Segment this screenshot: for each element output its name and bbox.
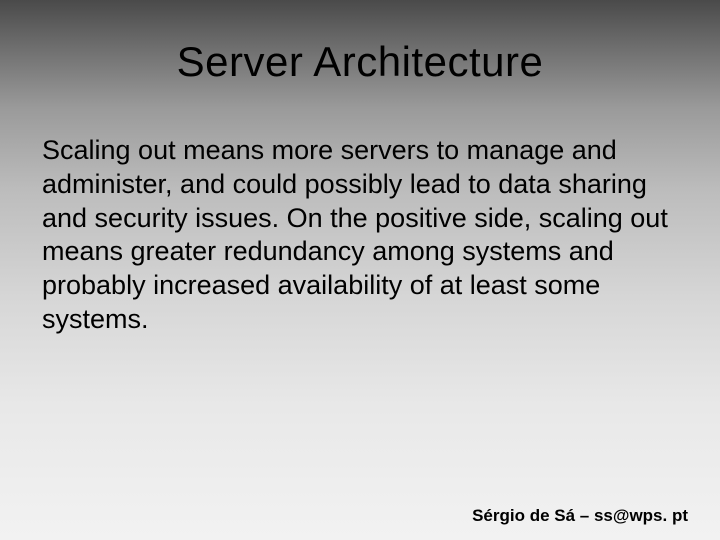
slide-footer: Sérgio de Sá – ss@wps. pt: [472, 506, 688, 526]
slide: Server Architecture Scaling out means mo…: [0, 0, 720, 540]
slide-body: Scaling out means more servers to manage…: [40, 134, 680, 337]
slide-title: Server Architecture: [40, 38, 680, 86]
